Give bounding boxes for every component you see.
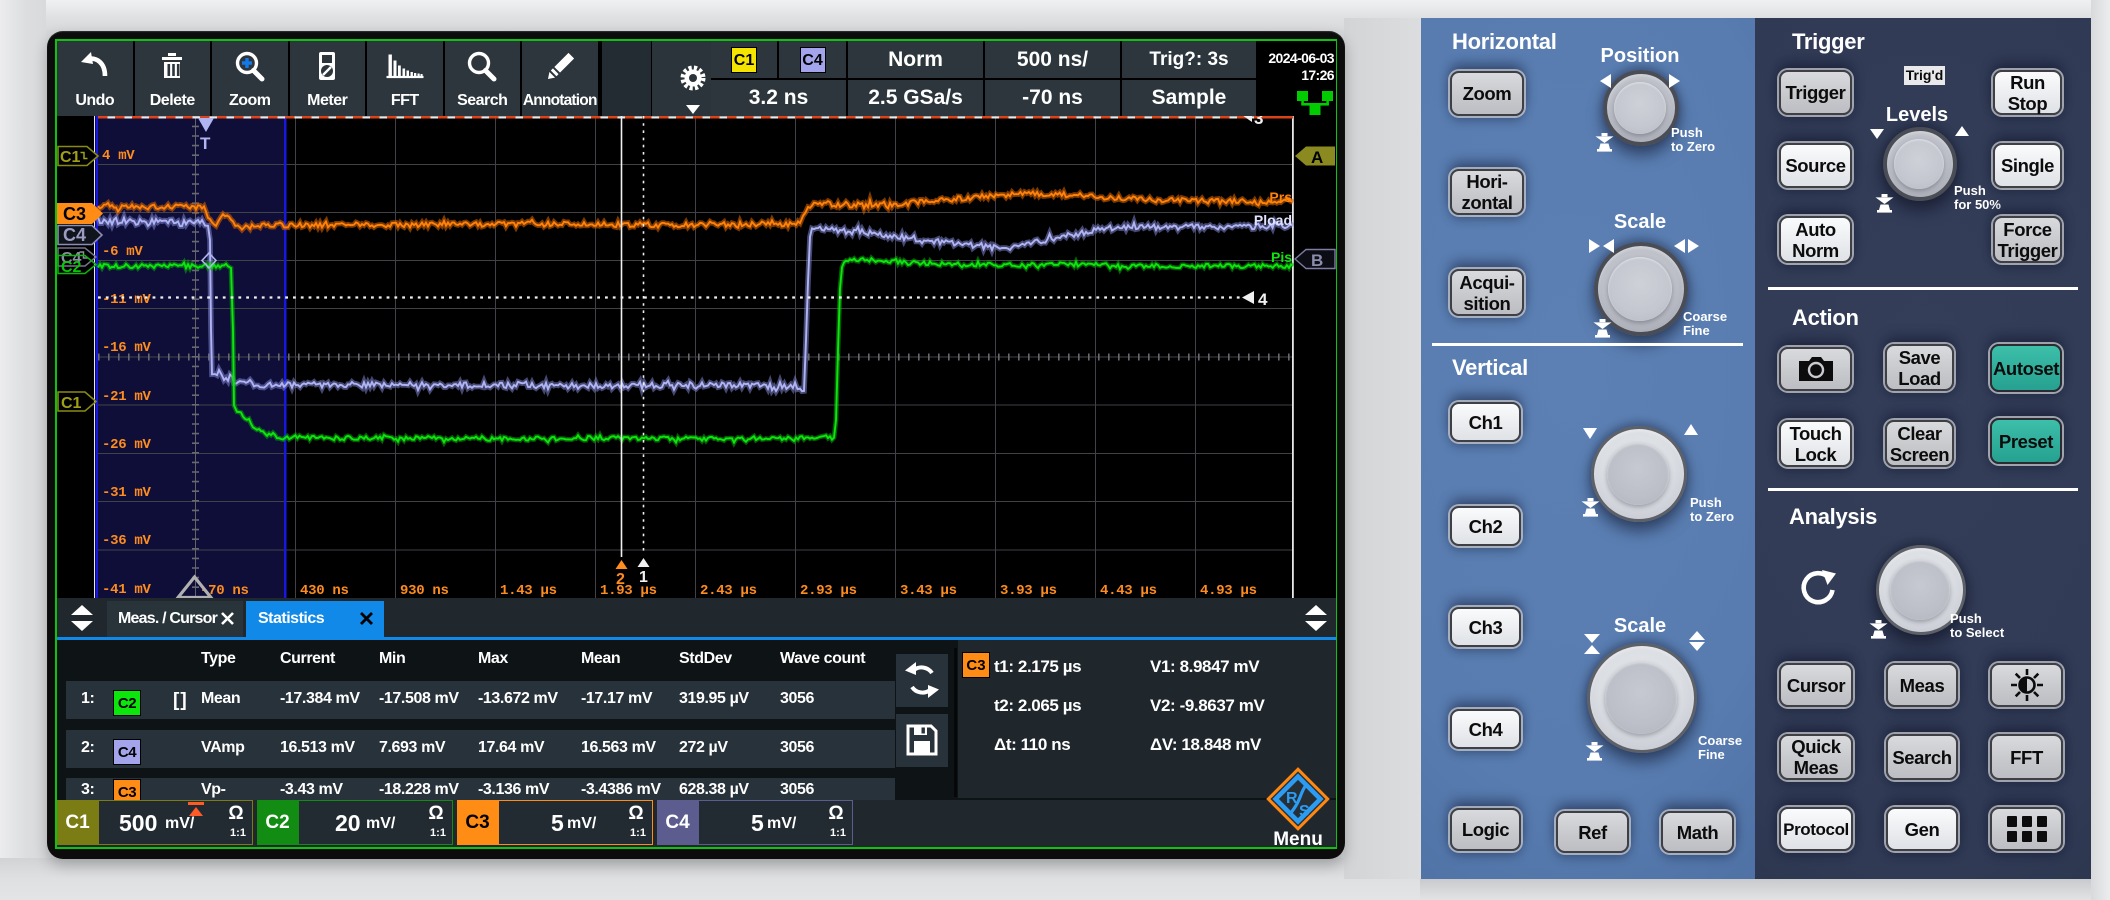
svg-text:930 ns: 930 ns: [400, 583, 449, 599]
svg-text:-11 mV: -11 mV: [102, 292, 152, 308]
svg-text:1.93 µs: 1.93 µs: [600, 583, 657, 599]
svg-text:A: A: [1311, 148, 1323, 167]
svg-text:-26 mV: -26 mV: [102, 437, 152, 453]
svg-text:B: B: [1311, 251, 1323, 270]
svg-text:-41 mV: -41 mV: [102, 582, 152, 598]
svg-text:430 ns: 430 ns: [300, 583, 349, 599]
svg-text:3.93 µs: 3.93 µs: [1000, 583, 1057, 599]
svg-text:-36 mV: -36 mV: [102, 533, 152, 549]
svg-text:1: 1: [639, 569, 648, 586]
svg-text:4 mV: 4 mV: [102, 148, 135, 164]
svg-text:2.43 µs: 2.43 µs: [700, 583, 757, 599]
svg-text:2: 2: [616, 571, 625, 588]
svg-text:C1: C1: [61, 395, 82, 412]
svg-text:C2: C2: [61, 259, 82, 276]
svg-text:-16 mV: -16 mV: [102, 340, 152, 356]
svg-text:-21 mV: -21 mV: [102, 389, 152, 405]
svg-text:1.43 µs: 1.43 µs: [500, 583, 557, 599]
svg-text:-6 mV: -6 mV: [102, 244, 143, 260]
svg-text:R: R: [1286, 790, 1298, 807]
svg-text:Pload: Pload: [1254, 212, 1292, 228]
svg-text:4: 4: [1258, 290, 1268, 309]
svg-text:Pis: Pis: [1271, 249, 1292, 265]
svg-text:C4: C4: [63, 225, 86, 245]
svg-text:T: T: [200, 134, 211, 153]
svg-text:3: 3: [1254, 116, 1263, 128]
svg-text:4.43 µs: 4.43 µs: [1100, 583, 1157, 599]
svg-text:S: S: [1299, 803, 1310, 820]
svg-text:3.43 µs: 3.43 µs: [900, 583, 957, 599]
svg-text:Prs: Prs: [1269, 189, 1292, 205]
svg-text:C1: C1: [60, 149, 81, 166]
svg-text:2.93 µs: 2.93 µs: [800, 583, 857, 599]
svg-text:C3: C3: [63, 204, 86, 224]
svg-text:-31 mV: -31 mV: [102, 485, 152, 501]
svg-text:4.93 µs: 4.93 µs: [1200, 583, 1257, 599]
